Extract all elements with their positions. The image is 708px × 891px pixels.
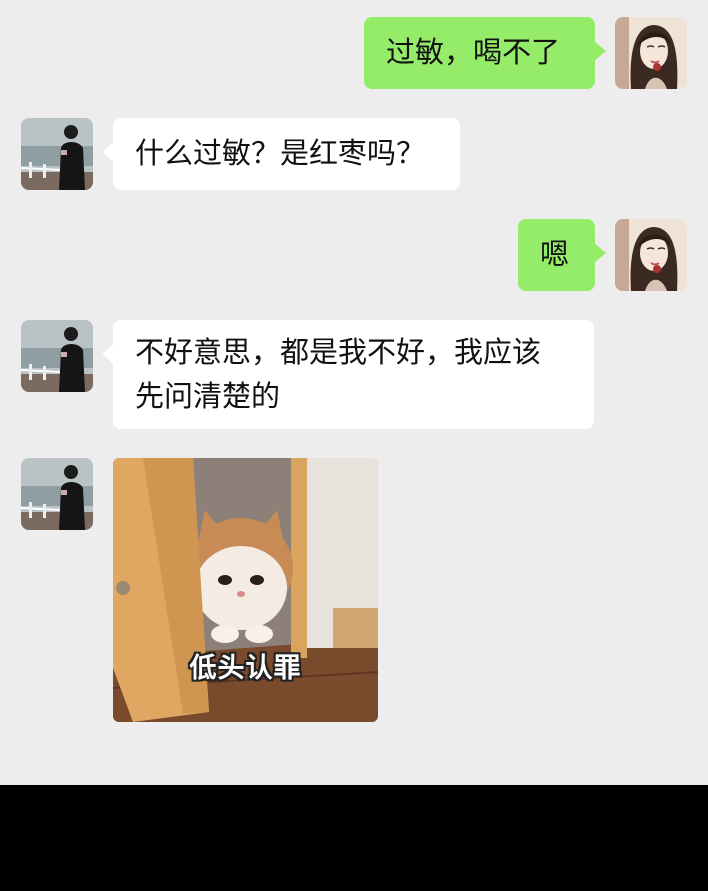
sticker-image[interactable]: 低头认罪 [113, 458, 378, 722]
my-avatar[interactable] [615, 219, 687, 291]
woman-portrait-icon [615, 17, 687, 89]
man-by-sea-icon [21, 320, 93, 392]
their-message-bubble[interactable]: 什么过敏？是红枣吗？ [102, 118, 460, 190]
message-text: 过敏，喝不了 [386, 35, 561, 69]
woman-portrait-icon [615, 219, 687, 291]
their-avatar[interactable] [21, 118, 93, 190]
their-avatar[interactable] [21, 320, 93, 392]
my-message-bubble[interactable]: 嗯 [518, 219, 606, 291]
my-avatar[interactable] [615, 17, 687, 89]
their-avatar[interactable] [21, 458, 93, 530]
message-text-line: 不好意思，都是我不好，我应该 [135, 335, 542, 369]
sticker-caption: 低头认罪 [189, 653, 302, 684]
chat-area: 过敏，喝不了 什么过敏？是红枣吗？ 嗯 不好意思，都是我不好，我应该 先问清楚的… [0, 0, 708, 785]
their-message-bubble[interactable]: 不好意思，都是我不好，我应该 先问清楚的 [102, 320, 594, 429]
message-text: 什么过敏？是红枣吗？ [135, 136, 426, 170]
man-by-sea-icon [21, 118, 93, 190]
bottom-black-bar [0, 785, 708, 891]
my-message-bubble[interactable]: 过敏，喝不了 [364, 17, 606, 89]
message-text-line: 先问清楚的 [135, 379, 281, 413]
message-text: 嗯 [540, 237, 570, 271]
man-by-sea-icon [21, 458, 93, 530]
